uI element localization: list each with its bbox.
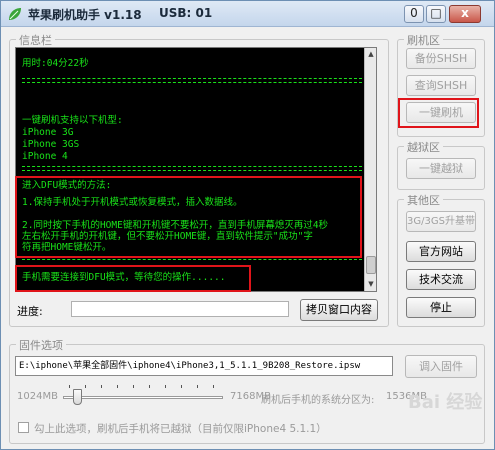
scroll-thumb[interactable]	[366, 256, 376, 274]
other-group-label: 其他区	[404, 192, 443, 208]
waiting-highlight-box	[15, 265, 251, 292]
slider-tick	[149, 385, 150, 388]
window-title: 苹果刷机助手 v1.18	[28, 8, 142, 22]
firmware-group-label: 固件选项	[16, 337, 66, 353]
slider-tick	[69, 385, 70, 388]
leaf-icon	[9, 8, 21, 20]
progress-label: 进度:	[17, 305, 43, 318]
official-site-button[interactable]: 官方网站	[406, 241, 476, 262]
console-rule	[22, 259, 362, 260]
tech-exchange-button[interactable]: 技术交流	[406, 269, 476, 290]
scroll-up-icon[interactable]: ▲	[366, 49, 376, 59]
console-rule	[22, 166, 362, 167]
maximize-icon: □	[430, 6, 442, 20]
slider-tick	[117, 385, 118, 388]
console-model: iPhone 3GS	[22, 139, 80, 150]
console-model: iPhone 3G	[22, 127, 74, 138]
console-rule	[22, 170, 362, 171]
console-scrollbar[interactable]: ▲ ▼	[364, 48, 376, 291]
console-rule	[22, 82, 362, 83]
title-bar[interactable]: 苹果刷机助手 v1.18 USB: 01 0 □ x	[1, 1, 494, 27]
firmware-path-field[interactable]: E:\iphone\苹果全部固件\iphone4\iPhone3,1_5.1.1…	[15, 356, 393, 376]
backup-shsh-button[interactable]: 备份SHSH	[406, 48, 476, 69]
baseband-button[interactable]: 3G/3GS升基带	[406, 211, 476, 232]
usb-status: USB: 01	[159, 6, 213, 20]
scroll-down-icon[interactable]: ▼	[366, 279, 376, 289]
slider-tick	[85, 385, 86, 388]
close-button[interactable]: x	[449, 5, 481, 23]
flash-group-label: 刷机区	[404, 32, 443, 48]
minimize-icon: 0	[410, 6, 418, 20]
partition-label: 刷机后手机的系统分区为:	[261, 395, 375, 406]
console-time-line: 用时:04分22秒	[22, 58, 89, 69]
slider-tick	[181, 385, 182, 388]
one-click-jailbreak-button[interactable]: 一键越狱	[406, 158, 476, 179]
minimize-button[interactable]: 0	[404, 5, 424, 23]
console-heading: 一键刷机支持以下机型:	[22, 115, 123, 126]
jailbreak-group-label: 越狱区	[404, 139, 443, 155]
slider-tick	[197, 385, 198, 388]
partition-slider-track[interactable]	[63, 396, 223, 399]
info-group-label: 信息栏	[16, 32, 55, 48]
jailbreak-checkbox-label[interactable]: 勾上此选项，刷机后手机将已越狱（目前仅限iPhone4 5.1.1）	[34, 421, 327, 436]
dfu-highlight-box	[15, 176, 362, 258]
flash-highlight-box	[398, 98, 479, 128]
maximize-button[interactable]: □	[426, 5, 446, 23]
jailbreak-checkbox[interactable]	[18, 422, 29, 433]
slider-tick	[101, 385, 102, 388]
stop-button[interactable]: 停止	[406, 297, 476, 318]
baidu-watermark: Bai 经验	[408, 388, 488, 428]
console-model: iPhone 4	[22, 151, 68, 162]
query-shsh-button[interactable]: 查询SHSH	[406, 75, 476, 96]
min-size-label: 1024MB	[17, 391, 58, 402]
console-rule	[22, 78, 362, 79]
import-firmware-button[interactable]: 调入固件	[405, 355, 477, 378]
copy-window-button[interactable]: 拷贝窗口内容	[300, 299, 378, 321]
close-icon: x	[461, 6, 469, 20]
watermark-text: Bai 经验	[408, 392, 483, 413]
slider-tick	[165, 385, 166, 388]
partition-slider-thumb[interactable]	[73, 389, 82, 405]
slider-tick	[133, 385, 134, 388]
progress-bar	[71, 301, 289, 317]
app-window: 苹果刷机助手 v1.18 USB: 01 0 □ x 信息栏 用时:04分22秒…	[0, 0, 495, 450]
slider-tick	[213, 385, 214, 388]
